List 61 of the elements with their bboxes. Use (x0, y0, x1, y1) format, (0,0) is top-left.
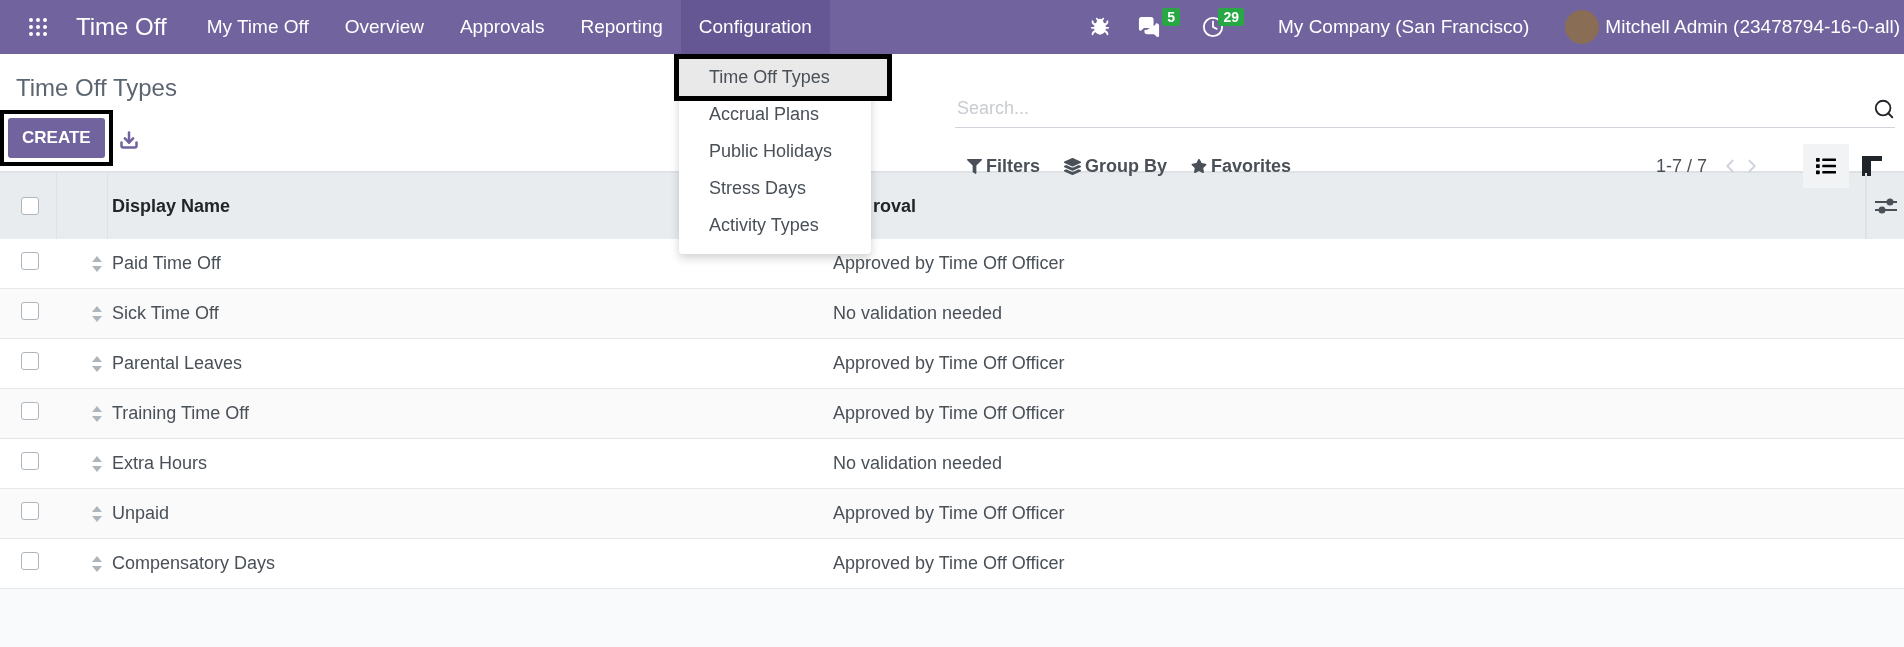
nav-menu-item[interactable]: Reporting (562, 0, 681, 54)
table-cell-text: Paid Time Off (111, 253, 222, 274)
table-cell-text: Approved by Time Off Officer (833, 553, 1066, 574)
view-switch-button[interactable] (1803, 144, 1849, 188)
list-view-icon (1816, 156, 1836, 176)
drag-handle-icon[interactable] (92, 505, 102, 522)
column-header[interactable]: roval (873, 195, 917, 217)
table-cell-text: Compensatory Days (111, 553, 277, 574)
dropdown-menu-item[interactable]: Stress Days (679, 170, 871, 207)
nav-menu-item[interactable]: Approvals (441, 0, 563, 54)
download-icon[interactable] (118, 130, 139, 150)
dropdown-menu-item[interactable]: Public Holidays (679, 133, 871, 170)
table-cell-text: Approved by Time Off Officer (833, 503, 1066, 524)
star-icon (1191, 158, 1208, 174)
avatar-icon (1565, 10, 1600, 44)
company-switcher[interactable]: My Company (San Francisco) (1260, 0, 1548, 54)
table-cell-text: Training Time Off (111, 403, 251, 424)
table-cell-text: Parental Leaves (111, 353, 244, 374)
row-checkbox[interactable] (21, 352, 39, 370)
table-cell-text: Extra Hours (111, 453, 209, 474)
row-checkbox[interactable] (21, 502, 39, 520)
create-button[interactable]: CREATE (8, 118, 105, 158)
table-cell-text: Approved by Time Off Officer (833, 253, 1066, 274)
table-cell-text: No validation needed (833, 453, 1004, 474)
row-checkbox[interactable] (21, 552, 39, 570)
favorites-button[interactable]: Favorites (1179, 155, 1304, 177)
page-title: Time Off Types (16, 74, 177, 102)
settings-sliders-icon[interactable] (1874, 198, 1897, 214)
drag-handle-icon[interactable] (92, 405, 102, 422)
table-cell-text: Approved by Time Off Officer (833, 353, 1066, 374)
row-checkbox[interactable] (21, 252, 39, 270)
kanban-view-icon (1862, 156, 1882, 176)
table-cell-text: Unpaid (111, 503, 171, 524)
column-header[interactable]: Display Name (112, 195, 231, 217)
row-checkbox[interactable] (21, 302, 39, 320)
activity-count-badge: 29 (1218, 8, 1245, 26)
dropdown-menu-item[interactable]: Activity Types (679, 207, 871, 244)
nav-menu-item[interactable]: Configuration (680, 0, 830, 54)
clock-icon[interactable] (1202, 16, 1225, 38)
table-cell-text: Sick Time Off (111, 303, 220, 324)
pager-value: 1-7 / 7 (1655, 155, 1707, 177)
group-by-button[interactable]: Group By (1052, 155, 1180, 177)
dropdown-menu-item[interactable]: Accrual Plans (679, 96, 871, 133)
table-cell-text: No validation needed (833, 303, 1004, 324)
drag-handle-icon[interactable] (92, 455, 102, 472)
layers-icon (1064, 157, 1082, 175)
drag-handle-icon[interactable] (92, 555, 102, 572)
nav-menu-item[interactable]: My Time Off (188, 0, 327, 54)
row-checkbox[interactable] (21, 452, 39, 470)
drag-handle-icon[interactable] (92, 355, 102, 372)
drag-handle-icon[interactable] (92, 305, 102, 322)
row-checkbox[interactable] (21, 402, 39, 420)
drag-handle-icon[interactable] (92, 255, 102, 272)
select-all-checkbox[interactable] (21, 197, 39, 215)
user-menu[interactable]: Mitchell Admin (23478794-16-0-all) (1547, 0, 1904, 54)
chat-icon[interactable] (1138, 16, 1161, 38)
table-cell-text: Approved by Time Off Officer (833, 403, 1066, 424)
nav-menu-item[interactable]: Overview (326, 0, 442, 54)
message-count-badge: 5 (1162, 8, 1181, 26)
search-icon[interactable] (1873, 97, 1895, 120)
app-title[interactable]: Time Off (64, 0, 189, 54)
